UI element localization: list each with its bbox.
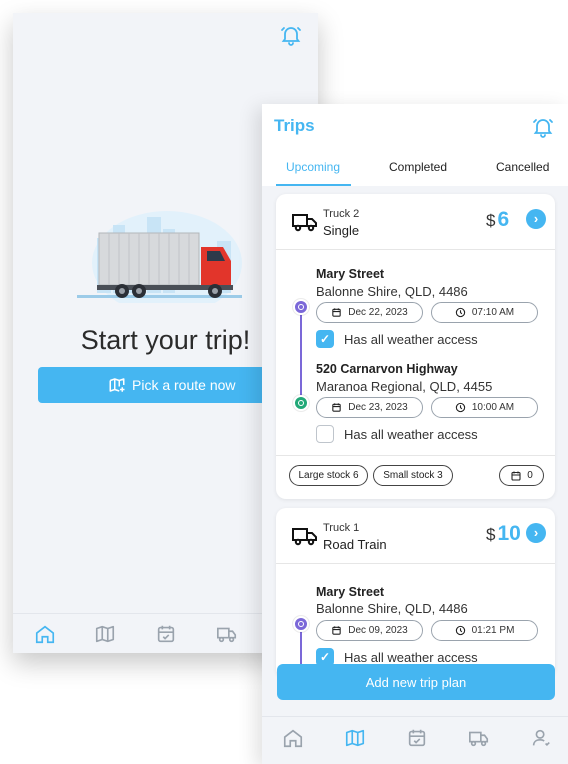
stock-tag: Small stock 3 xyxy=(373,465,453,486)
start-pin-icon xyxy=(293,299,309,315)
add-trip-plan-button[interactable]: Add new trip plan xyxy=(277,664,555,700)
trips-screen: Trips Upcoming Completed Cancelled Truck… xyxy=(262,104,568,764)
truck-icon xyxy=(292,528,317,546)
date-value: Dec 09, 2023 xyxy=(348,625,408,636)
truck-icon xyxy=(292,214,317,232)
bell-icon[interactable] xyxy=(279,23,303,47)
clock-icon xyxy=(455,402,466,413)
stop-address: Maranoa Regional, QLD, 4455 xyxy=(316,379,493,394)
weather-label: Has all weather access xyxy=(344,427,478,442)
truck-name: Truck 1 xyxy=(323,522,360,534)
trip-card[interactable]: Truck 1 Road Train $ 10 › Mary Street Ba… xyxy=(276,508,555,678)
time-pill[interactable]: 10:00 AM xyxy=(431,397,538,418)
trips-header: Trips Upcoming Completed Cancelled xyxy=(262,104,568,186)
trip-price: $ 6 xyxy=(486,208,509,232)
truck-illustration xyxy=(77,211,242,303)
trip-card-header: Truck 2 Single $ 6 › xyxy=(276,194,555,250)
stop-address: Balonne Shire, QLD, 4486 xyxy=(316,601,468,616)
weather-checkbox[interactable] xyxy=(316,425,334,443)
price-value: 10 xyxy=(497,522,521,545)
tab-cancelled[interactable]: Cancelled xyxy=(496,160,549,174)
map-icon[interactable] xyxy=(344,727,366,749)
calendar-icon xyxy=(332,403,341,412)
trip-price: $ 10 xyxy=(486,522,521,546)
calendar-icon xyxy=(511,471,521,481)
date-pill[interactable]: Dec 22, 2023 xyxy=(316,302,423,323)
calendar-icon xyxy=(332,626,341,635)
price-currency: $ xyxy=(486,525,496,544)
tab-completed[interactable]: Completed xyxy=(389,160,447,174)
map-plus-icon xyxy=(109,378,125,392)
date-pill[interactable]: Dec 09, 2023 xyxy=(316,620,423,641)
booking-count-badge[interactable]: 0 xyxy=(499,465,544,486)
calendar-icon[interactable] xyxy=(406,727,428,749)
price-currency: $ xyxy=(486,211,496,230)
stop-name: Mary Street xyxy=(316,267,385,281)
stock-tag: Large stock 6 xyxy=(289,465,368,486)
stop-name: 520 Carnarvon Highway xyxy=(316,362,458,376)
weather-label: Has all weather access xyxy=(344,650,478,665)
price-value: 6 xyxy=(497,208,510,231)
tab-upcoming[interactable]: Upcoming xyxy=(286,160,340,174)
stop-address: Balonne Shire, QLD, 4486 xyxy=(316,284,468,299)
weather-checkbox[interactable]: ✓ xyxy=(316,330,334,348)
clock-icon xyxy=(455,625,465,636)
page-title: Trips xyxy=(274,116,315,135)
date-value: Dec 23, 2023 xyxy=(348,402,408,413)
date-value: Dec 22, 2023 xyxy=(348,307,408,318)
stop-name: Mary Street xyxy=(316,585,385,599)
bell-icon[interactable] xyxy=(531,115,555,139)
truck-type: Road Train xyxy=(323,537,387,552)
open-trip-button[interactable]: › xyxy=(526,523,546,543)
booking-count: 0 xyxy=(527,470,533,481)
user-icon[interactable] xyxy=(530,727,552,749)
calendar-icon[interactable] xyxy=(155,623,177,645)
map-icon[interactable] xyxy=(94,623,116,645)
trip-tabs: Upcoming Completed Cancelled xyxy=(262,154,568,186)
calendar-icon xyxy=(332,308,341,317)
route-line xyxy=(300,315,302,405)
time-pill[interactable]: 01:21 PM xyxy=(431,620,538,641)
open-trip-button[interactable]: › xyxy=(526,209,546,229)
truck-icon[interactable] xyxy=(468,727,490,749)
truck-name: Truck 2 xyxy=(323,208,360,220)
time-value: 01:21 PM xyxy=(471,625,515,636)
start-pin-icon xyxy=(293,616,309,632)
weather-label: Has all weather access xyxy=(344,332,478,347)
trip-card[interactable]: Truck 2 Single $ 6 › Mary Street Balonne… xyxy=(276,194,555,499)
time-pill[interactable]: 07:10 AM xyxy=(431,302,538,323)
clock-icon xyxy=(455,307,466,318)
truck-icon[interactable] xyxy=(216,623,238,645)
bottom-nav xyxy=(262,716,568,764)
home-icon[interactable] xyxy=(34,623,56,645)
time-value: 10:00 AM xyxy=(471,402,515,413)
trip-card-header: Truck 1 Road Train $ 10 › xyxy=(276,508,555,564)
truck-type: Single xyxy=(323,223,360,238)
trip-card-footer: Large stock 6 Small stock 3 0 xyxy=(276,455,555,499)
end-pin-icon xyxy=(293,395,309,411)
pick-route-label: Pick a route now xyxy=(132,377,236,393)
time-value: 07:10 AM xyxy=(471,307,515,318)
home-icon[interactable] xyxy=(282,727,304,749)
date-pill[interactable]: Dec 23, 2023 xyxy=(316,397,423,418)
active-tab-indicator xyxy=(276,184,351,186)
